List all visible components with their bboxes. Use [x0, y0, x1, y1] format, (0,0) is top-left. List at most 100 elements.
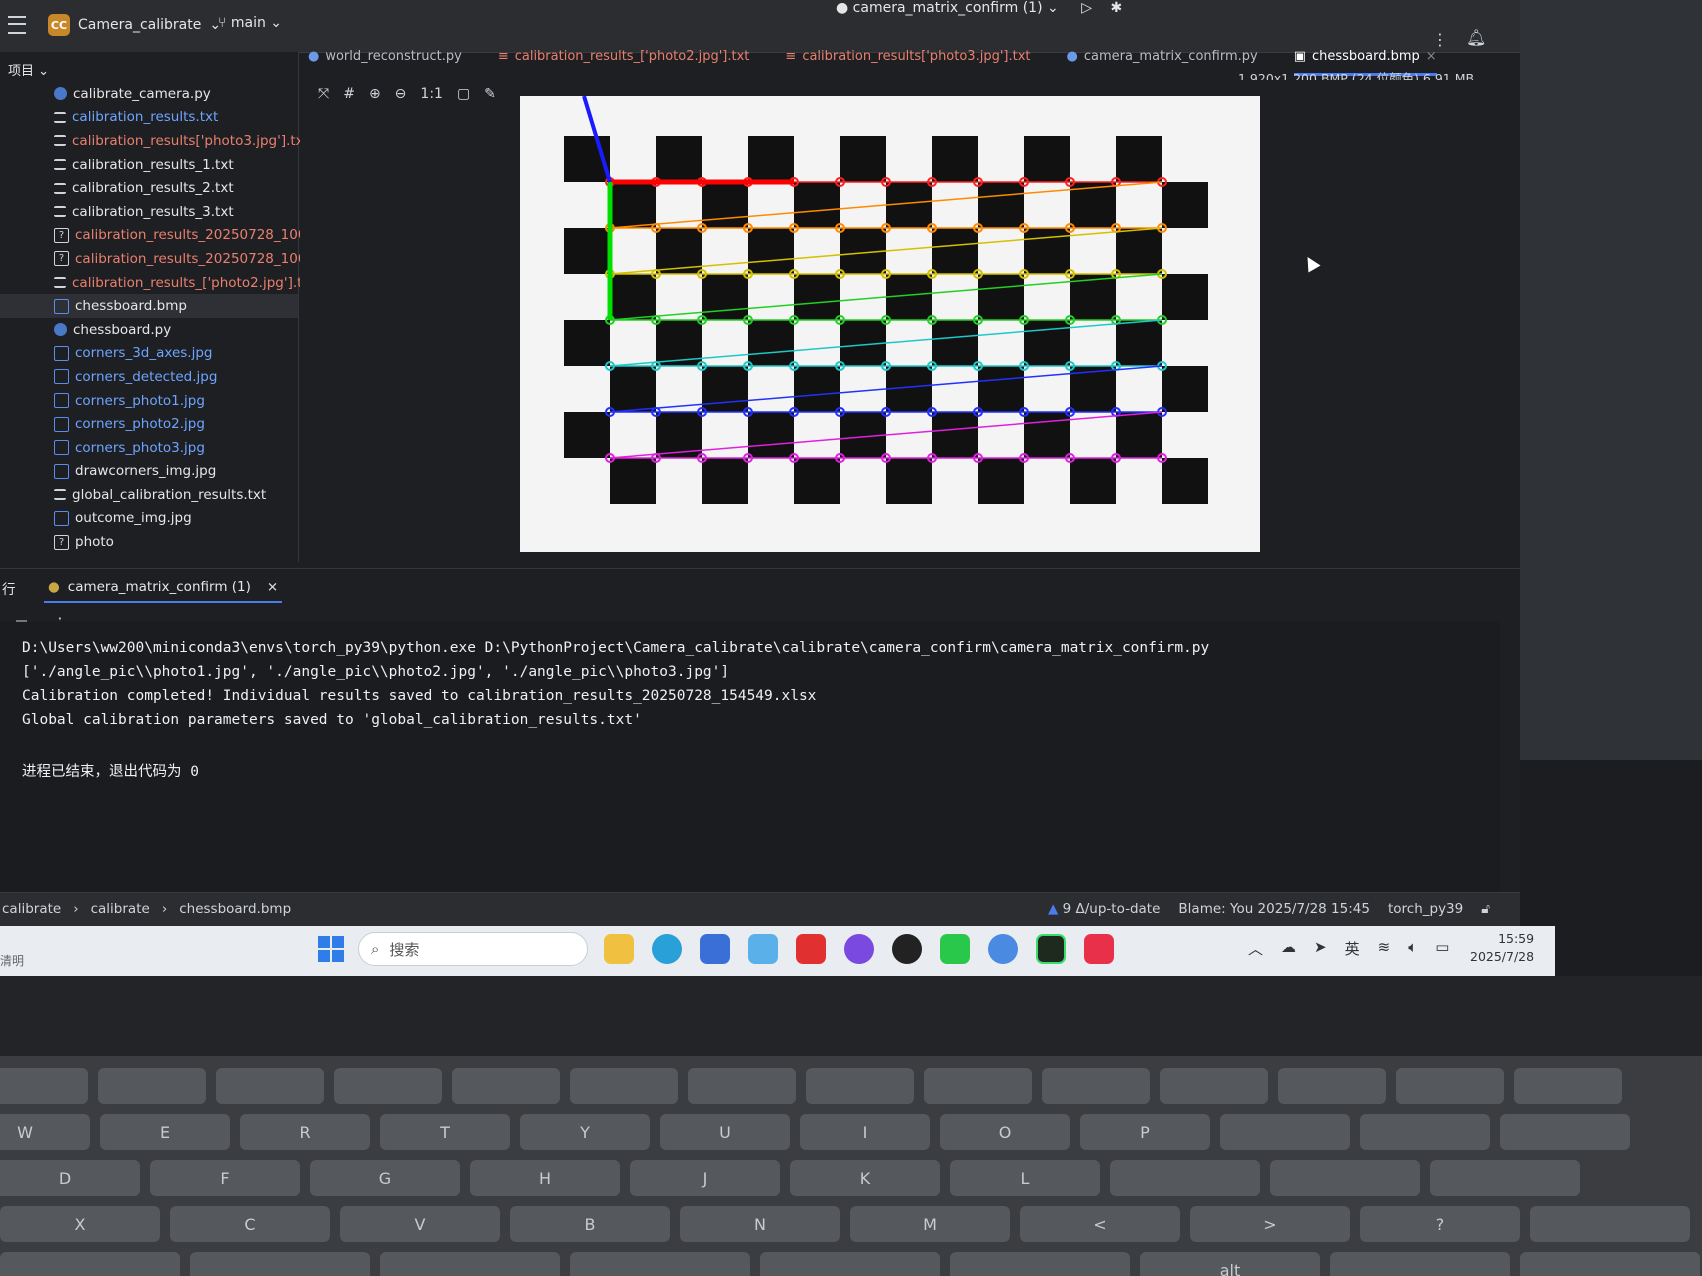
edge-icon[interactable] — [652, 934, 682, 964]
notifications-icon[interactable]: 🔔︎ — [1466, 28, 1486, 47]
run-config-selector[interactable]: ● camera_matrix_confirm (1) ⌄ ▷ ✱ — [836, 0, 1122, 16]
chevron-down-icon: ⌄ — [1047, 0, 1059, 16]
volume-icon[interactable]: 🔈︎ — [1408, 938, 1417, 959]
zoom-out-icon[interactable]: ⊖ — [395, 86, 407, 102]
chessboard-square — [702, 458, 748, 504]
background-icon[interactable]: ▢ — [457, 86, 470, 102]
lock-icon[interactable]: 🔓︎ — [1481, 901, 1490, 917]
close-icon[interactable]: × — [1426, 49, 1437, 64]
keyboard-key: K — [790, 1160, 940, 1196]
keyboard-key: I — [800, 1114, 930, 1150]
project-selector[interactable]: CC Camera_calibrate ⌄ — [48, 14, 221, 36]
windows-start-icon[interactable] — [318, 936, 344, 962]
main-menu-icon[interactable] — [8, 16, 26, 34]
blame-info[interactable]: Blame: You 2025/7/28 15:45 — [1178, 901, 1370, 917]
keyboard-key: ? — [1360, 1206, 1520, 1242]
keyboard-key: T — [380, 1114, 510, 1150]
breadcrumb: calibrate › calibrate › chessboard.bmp — [2, 901, 291, 917]
laptop-keyboard: W E R T Y U I O P D F G H J K L X C V B N M < >? alt — [0, 1056, 1702, 1276]
clock[interactable]: 15:59 2025/7/28 — [1470, 930, 1534, 966]
file-name: photo — [75, 534, 114, 551]
location-icon[interactable]: ➤ — [1314, 938, 1327, 959]
file-name: chessboard.bmp — [75, 298, 187, 315]
keyboard-key: U — [660, 1114, 790, 1150]
run-config-name: camera_matrix_confirm (1) — [852, 0, 1043, 16]
keyboard-key — [452, 1068, 560, 1104]
chevron-up-icon[interactable]: ︿ — [1248, 938, 1263, 959]
keyboard-key — [1396, 1068, 1504, 1104]
chevron-down-icon: ⌄ — [270, 15, 283, 31]
file-name: calibration_results.txt — [72, 109, 219, 126]
chessboard-square — [702, 274, 748, 320]
keyboard-row — [0, 1068, 1622, 1104]
github-icon[interactable] — [892, 934, 922, 964]
chessboard-image — [520, 96, 1260, 552]
file-tree-item[interactable]: chessboard.bmp — [0, 294, 298, 318]
image-file-icon — [54, 345, 69, 361]
chessboard-square — [564, 228, 610, 274]
file-name: corners_detected.jpg — [75, 368, 218, 385]
run-console[interactable]: D:\Users\ww200\miniconda3\envs\torch_py3… — [0, 622, 1500, 892]
grid-icon[interactable]: # — [343, 86, 355, 102]
editor-tab[interactable]: ● camera_matrix_confirm.py — [1067, 49, 1258, 76]
store-icon[interactable] — [700, 934, 730, 964]
keyboard-row: WERTYUIOP — [0, 1114, 1630, 1150]
zoom-in-icon[interactable]: ⊕ — [369, 86, 381, 102]
unknown-file-icon: ? — [54, 251, 69, 267]
python-icon: ● — [308, 49, 320, 64]
editor-tab[interactable]: ≡ calibration_results['photo3.jpg'].txt — [785, 49, 1030, 76]
actual-size-button[interactable]: 1:1 — [420, 86, 443, 102]
text-file-icon — [54, 159, 66, 171]
chessboard-square — [794, 366, 840, 412]
more-tabs-icon[interactable]: ⋮ — [1432, 30, 1448, 49]
chessboard-square — [840, 136, 886, 182]
keyboard-key — [1270, 1160, 1420, 1196]
chessboard-square — [610, 366, 656, 412]
app-icon-red[interactable] — [1084, 934, 1114, 964]
chat-icon[interactable] — [988, 934, 1018, 964]
run-tab[interactable]: ● camera_matrix_confirm (1) × — [44, 573, 283, 603]
fit-screen-icon[interactable]: ⤧ — [318, 86, 329, 102]
cloud-icon[interactable]: ☁︎ — [1281, 938, 1296, 959]
pycharm-icon[interactable] — [1036, 934, 1066, 964]
keyboard-key — [1330, 1252, 1510, 1276]
file-explorer-icon[interactable] — [604, 934, 634, 964]
vcs-status[interactable]: ▲ 9 Δ/up-to-date — [1048, 901, 1160, 917]
run-icon[interactable]: ▷ — [1081, 0, 1092, 16]
wechat-icon[interactable] — [940, 934, 970, 964]
debug-icon[interactable]: ✱ — [1110, 0, 1122, 16]
branch-selector[interactable]: ⑂ main ⌄ — [218, 15, 282, 31]
wps-icon[interactable] — [796, 934, 826, 964]
editor-tab[interactable]: ≡ calibration_results_['photo2.jpg'].txt — [498, 49, 750, 76]
battery-icon[interactable]: ▭ — [1435, 938, 1449, 959]
breadcrumb-item[interactable]: calibrate — [91, 901, 150, 917]
wifi-icon[interactable]: ≋ — [1378, 938, 1391, 959]
keyboard-row: DFGHJKL — [0, 1160, 1580, 1196]
image-file-icon — [54, 416, 69, 432]
python-icon: ● — [1066, 49, 1078, 64]
chessboard-square — [1070, 458, 1116, 504]
chessboard-square — [610, 274, 656, 320]
run-tool-label: 行 — [2, 582, 16, 598]
close-icon[interactable]: × — [267, 579, 278, 595]
python-icon: ● — [836, 0, 849, 16]
breadcrumb-item[interactable]: calibrate — [2, 901, 61, 917]
pinned-apps — [604, 934, 1114, 964]
ime-indicator[interactable]: 英 — [1345, 938, 1360, 959]
interpreter[interactable]: torch_py39 — [1388, 901, 1463, 917]
color-picker-icon[interactable]: ✎ — [484, 86, 496, 102]
project-badge: CC — [48, 14, 70, 36]
chessboard-square — [1024, 320, 1070, 366]
keyboard-key — [806, 1068, 914, 1104]
app-icon[interactable] — [844, 934, 874, 964]
keyboard-key — [924, 1068, 1032, 1104]
keyboard-key — [760, 1252, 940, 1276]
project-view-header[interactable]: 项目 ⌄ — [8, 60, 49, 79]
chessboard-square — [702, 366, 748, 412]
editor-tab[interactable]: ● world_reconstruct.py — [308, 49, 462, 76]
chessboard-square — [748, 136, 794, 182]
breadcrumb-item[interactable]: chessboard.bmp — [179, 901, 291, 917]
keyboard-key — [1042, 1068, 1150, 1104]
taskbar-search[interactable]: ⌕ 搜索 — [358, 932, 588, 966]
bilibili-icon[interactable] — [748, 934, 778, 964]
